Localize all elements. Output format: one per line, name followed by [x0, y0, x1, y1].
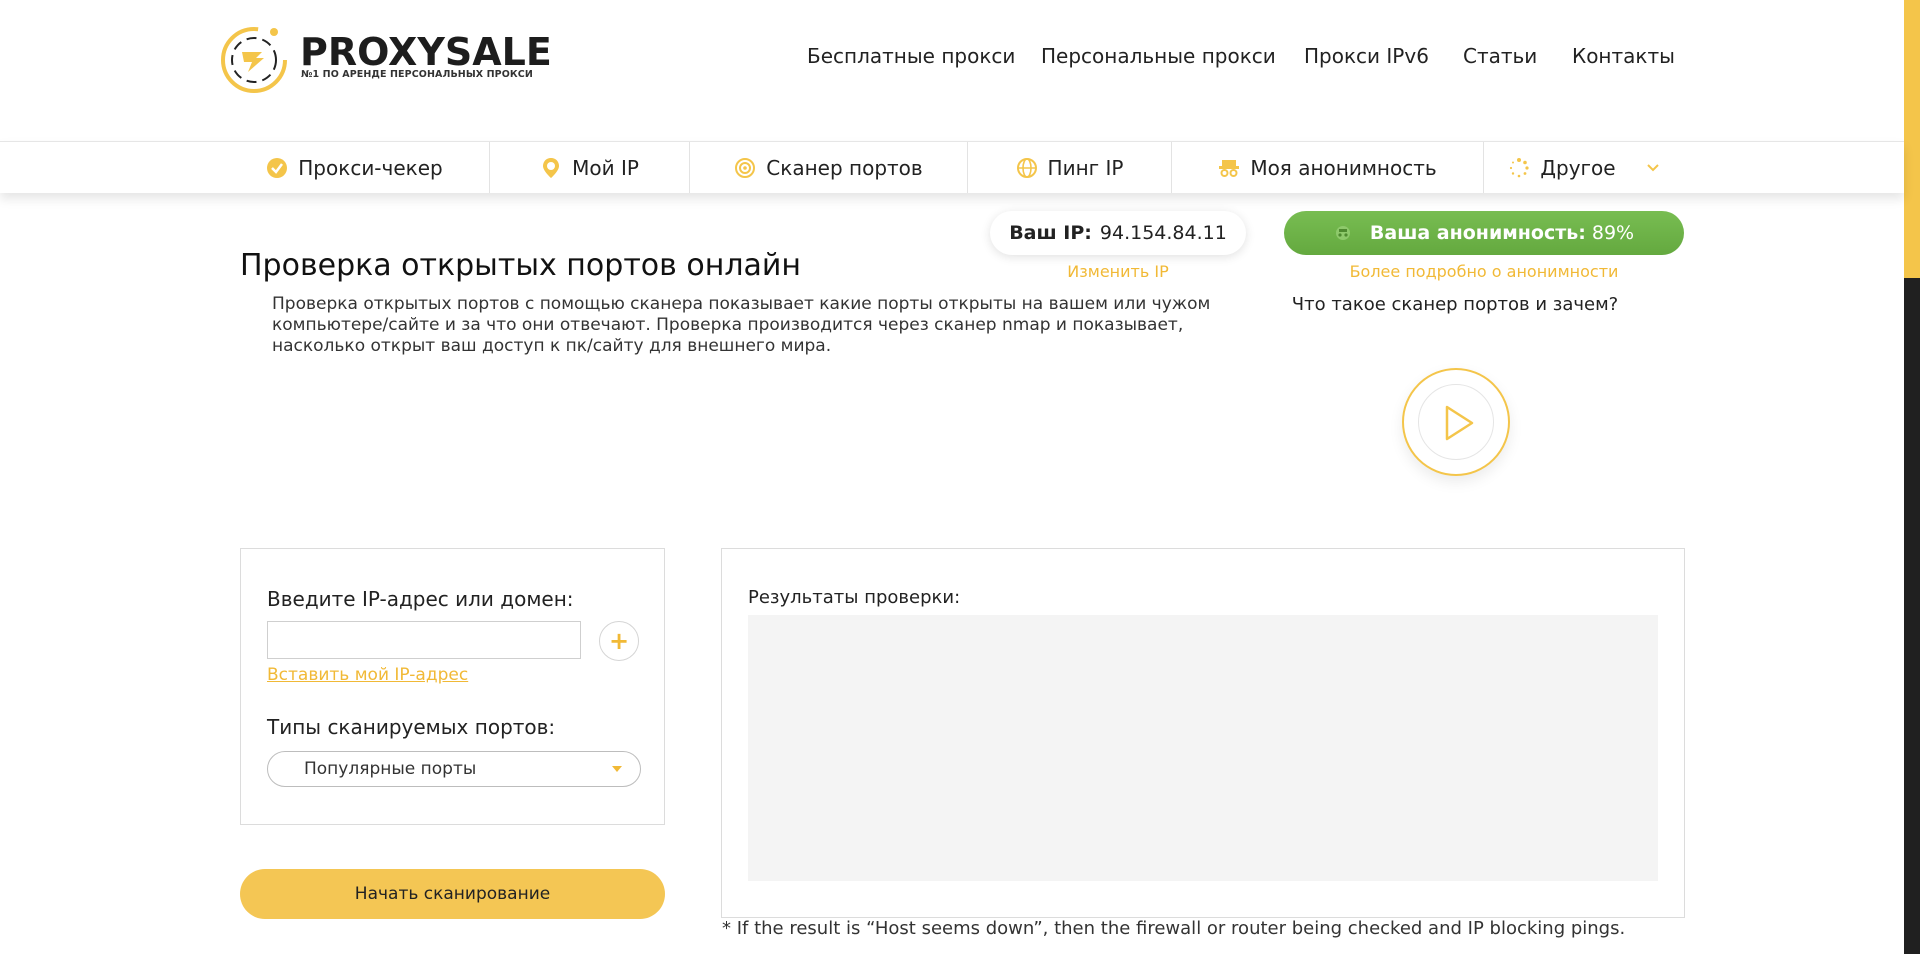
results-footnote: * If the result is “Host seems down”, th… — [722, 918, 1626, 939]
incognito-icon — [1219, 159, 1240, 177]
results-output[interactable] — [748, 615, 1658, 881]
port-types-selected: Популярные порты — [304, 759, 477, 779]
chevron-down-icon — [1646, 163, 1659, 171]
tool-ping-ip[interactable]: Пинг IP — [968, 142, 1172, 193]
anonymity-value: 89% — [1591, 222, 1635, 244]
tool-label: Моя анонимность — [1250, 155, 1437, 180]
tool-label: Мой IP — [572, 155, 639, 180]
anonymity-details-link[interactable]: Более подробно о анонимности — [1284, 262, 1684, 281]
your-ip-label: Ваш IP: — [1009, 222, 1092, 244]
logo-tagline: №1 ПО АРЕНДЕ ПЕРСОНАЛЬНЫХ ПРОКСИ — [301, 69, 533, 80]
proxysale-logo-icon — [221, 27, 287, 93]
tool-other-dropdown[interactable]: Другое — [1484, 142, 1684, 193]
tool-port-scanner[interactable]: Сканер портов — [690, 142, 968, 193]
page-description: Проверка открытых портов с помощью скане… — [272, 294, 1211, 356]
start-scan-button[interactable]: Начать сканирование — [240, 869, 665, 919]
top-navigation: Бесплатные прокси Персональные прокси Пр… — [780, 44, 1680, 74]
tool-label: Прокси-чекер — [298, 155, 443, 180]
tool-label: Другое — [1540, 155, 1616, 180]
ip-input-label: Введите IP-адрес или домен: — [267, 587, 574, 611]
site-header: PROXYSALE №1 ПО АРЕНДЕ ПЕРСОНАЛЬНЫХ ПРОК… — [0, 0, 1904, 141]
spy-icon — [1335, 226, 1350, 240]
tool-my-anonymity[interactable]: Моя анонимность — [1172, 142, 1484, 193]
anonymity-label: Ваша анонимность: — [1369, 222, 1586, 244]
anonymity-badge[interactable]: Ваша анонимность: 89% — [1284, 211, 1684, 255]
change-ip-link[interactable]: Изменить IP — [1030, 262, 1206, 281]
nav-ipv6-proxies[interactable]: Прокси IPv6 — [1304, 44, 1429, 68]
insert-my-ip-link[interactable]: Вставить мой IP-адрес — [267, 665, 468, 685]
radar-icon — [735, 157, 756, 178]
check-circle-icon — [267, 157, 288, 178]
page-title: Проверка открытых портов онлайн — [240, 248, 802, 283]
loader-icon — [1510, 157, 1529, 177]
tool-label: Сканер портов — [766, 155, 923, 180]
tool-my-ip[interactable]: Мой IP — [490, 142, 690, 193]
your-ip-value: 94.154.84.11 — [1099, 222, 1227, 244]
results-panel: Результаты проверки: — [721, 548, 1685, 918]
globe-icon — [1016, 157, 1037, 178]
location-pin-icon — [543, 157, 560, 178]
nav-articles[interactable]: Статьи — [1463, 44, 1537, 68]
port-types-label: Типы сканируемых портов: — [267, 715, 556, 739]
logo[interactable]: PROXYSALE №1 ПО АРЕНДЕ ПЕРСОНАЛЬНЫХ ПРОК… — [220, 22, 552, 94]
video-play-button[interactable] — [1402, 368, 1510, 476]
tool-label: Пинг IP — [1047, 155, 1124, 180]
scan-form-panel: Введите IP-адрес или домен: + Вставить м… — [240, 548, 665, 825]
tool-proxy-checker[interactable]: Прокси-чекер — [220, 142, 490, 193]
scrollbar-thumb[interactable] — [1904, 0, 1920, 278]
nav-personal-proxies[interactable]: Персональные прокси — [1041, 44, 1276, 68]
nav-free-proxies[interactable]: Бесплатные прокси — [807, 44, 1015, 68]
logo-name: PROXYSALE — [300, 30, 552, 74]
play-icon — [1445, 405, 1474, 441]
caret-down-icon — [612, 766, 622, 772]
results-title: Результаты проверки: — [748, 587, 961, 608]
tools-navigation: Прокси-чекер Мой IP Сканер портов Пинг I… — [0, 141, 1904, 193]
port-types-select[interactable]: Популярные порты — [267, 751, 641, 787]
video-title: Что такое сканер портов и зачем? — [1291, 294, 1619, 315]
nav-contacts[interactable]: Контакты — [1572, 44, 1675, 68]
your-ip-badge: Ваш IP: 94.154.84.11 — [990, 211, 1246, 255]
ip-domain-input[interactable] — [267, 621, 581, 659]
add-ip-button[interactable]: + — [599, 621, 639, 661]
